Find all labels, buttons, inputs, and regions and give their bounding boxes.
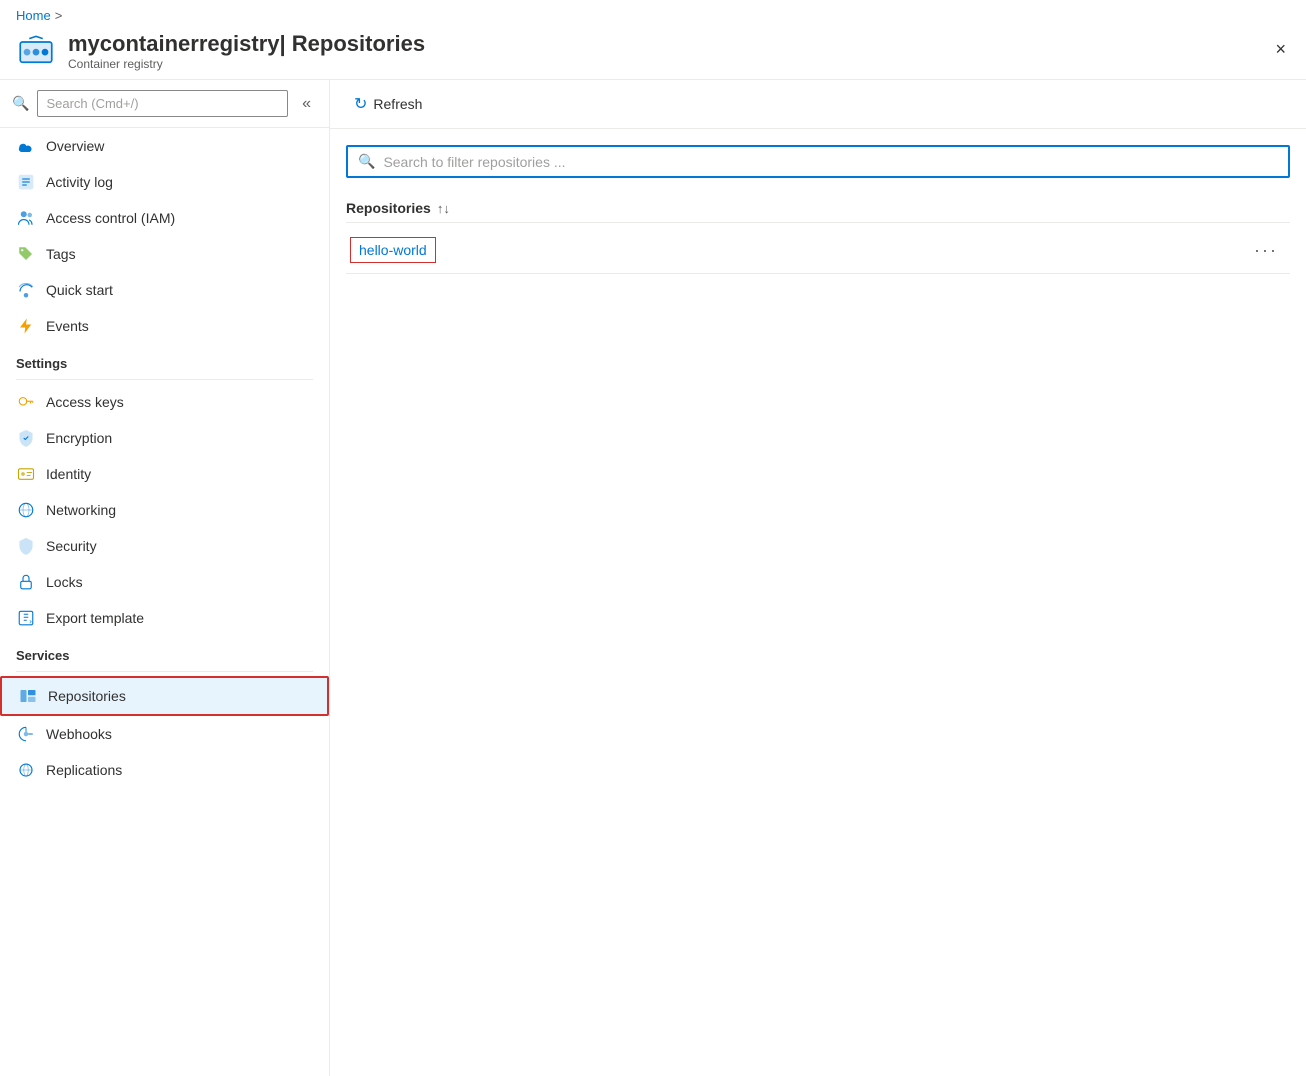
sidebar-item-replications-label: Replications: [46, 762, 122, 778]
sidebar-item-repositories[interactable]: Repositories: [0, 676, 329, 716]
identity-icon: [16, 464, 36, 484]
export-icon: [16, 608, 36, 628]
lock-icon: [16, 572, 36, 592]
services-section-header: Services: [0, 636, 329, 667]
sidebar-item-export-template[interactable]: Export template: [0, 600, 329, 636]
sidebar-item-encryption-label: Encryption: [46, 430, 112, 446]
repo-name-link[interactable]: hello-world: [350, 237, 436, 263]
sidebar-item-access-control-label: Access control (IAM): [46, 210, 175, 226]
main-layout: 🔍 « Overview Activity log Access control…: [0, 80, 1306, 1076]
table-row: hello-world ···: [346, 227, 1290, 274]
lightning-icon: [16, 316, 36, 336]
encryption-icon: [16, 428, 36, 448]
sidebar-item-networking-label: Networking: [46, 502, 116, 518]
sidebar-item-export-template-label: Export template: [46, 610, 144, 626]
sidebar-item-access-keys-label: Access keys: [46, 394, 124, 410]
key-icon: [16, 392, 36, 412]
tag-icon: [16, 244, 36, 264]
sidebar-item-activity-log-label: Activity log: [46, 174, 113, 190]
sidebar-item-activity-log[interactable]: Activity log: [0, 164, 329, 200]
sidebar-item-networking[interactable]: Networking: [0, 492, 329, 528]
sidebar-item-events-label: Events: [46, 318, 89, 334]
header-text: mycontainerregistry| Repositories Contai…: [68, 31, 425, 71]
cloud-icon: [16, 136, 36, 156]
sidebar-item-repositories-label: Repositories: [48, 688, 126, 704]
sidebar-item-security[interactable]: Security: [0, 528, 329, 564]
sidebar-search-input[interactable]: [37, 90, 288, 117]
sidebar-item-security-label: Security: [46, 538, 97, 554]
sidebar-item-access-keys[interactable]: Access keys: [0, 384, 329, 420]
quick-start-icon: [16, 280, 36, 300]
people-icon: [16, 208, 36, 228]
settings-section-header: Settings: [0, 344, 329, 375]
repo-more-options-button[interactable]: ···: [1246, 238, 1286, 263]
network-icon: [16, 500, 36, 520]
security-icon: [16, 536, 36, 556]
sidebar: 🔍 « Overview Activity log Access control…: [0, 80, 330, 1076]
filter-search-icon: 🔍: [358, 153, 375, 170]
sidebar-item-quick-start-label: Quick start: [46, 282, 113, 298]
page-title: mycontainerregistry| Repositories: [68, 31, 425, 57]
breadcrumb: Home >: [0, 0, 1306, 23]
sidebar-item-tags-label: Tags: [46, 246, 76, 262]
sidebar-item-identity[interactable]: Identity: [0, 456, 329, 492]
refresh-label: Refresh: [373, 96, 422, 112]
services-divider: [16, 671, 313, 672]
replications-icon: [16, 760, 36, 780]
content-inner: 🔍 Repositories ↑↓ hello-world ···: [330, 129, 1306, 1076]
collapse-button[interactable]: «: [296, 93, 317, 115]
refresh-button[interactable]: ↻ Refresh: [346, 90, 430, 118]
content-toolbar: ↻ Refresh: [330, 80, 1306, 129]
sidebar-item-events[interactable]: Events: [0, 308, 329, 344]
sidebar-item-locks[interactable]: Locks: [0, 564, 329, 600]
sidebar-item-encryption[interactable]: Encryption: [0, 420, 329, 456]
sidebar-item-webhooks-label: Webhooks: [46, 726, 112, 742]
repos-column-label: Repositories: [346, 200, 431, 216]
webhook-icon: [16, 724, 36, 744]
activity-icon: [16, 172, 36, 192]
refresh-icon: ↻: [354, 94, 367, 114]
repositories-icon: [18, 686, 38, 706]
sidebar-item-access-control[interactable]: Access control (IAM): [0, 200, 329, 236]
sidebar-item-overview[interactable]: Overview: [0, 128, 329, 164]
sort-icon[interactable]: ↑↓: [437, 201, 450, 216]
content-area: ↻ Refresh 🔍 Repositories ↑↓ hello-world …: [330, 80, 1306, 1076]
sidebar-item-webhooks[interactable]: Webhooks: [0, 716, 329, 752]
repo-table-header: Repositories ↑↓: [346, 194, 1290, 223]
sidebar-item-identity-label: Identity: [46, 466, 91, 482]
close-button[interactable]: ×: [1271, 35, 1290, 64]
page-subtitle: Container registry: [68, 57, 425, 71]
registry-icon: [16, 31, 56, 71]
page-header: mycontainerregistry| Repositories Contai…: [0, 23, 1306, 80]
sidebar-item-tags[interactable]: Tags: [0, 236, 329, 272]
breadcrumb-home[interactable]: Home: [16, 8, 51, 23]
sidebar-item-overview-label: Overview: [46, 138, 104, 154]
repo-filter-search: 🔍: [346, 145, 1290, 178]
repo-filter-input[interactable]: [383, 154, 1278, 170]
search-icon: 🔍: [12, 95, 29, 112]
sidebar-search-bar: 🔍 «: [0, 80, 329, 128]
breadcrumb-separator: >: [55, 8, 63, 23]
sidebar-item-quick-start[interactable]: Quick start: [0, 272, 329, 308]
sidebar-item-locks-label: Locks: [46, 574, 83, 590]
sidebar-item-replications[interactable]: Replications: [0, 752, 329, 788]
settings-divider: [16, 379, 313, 380]
